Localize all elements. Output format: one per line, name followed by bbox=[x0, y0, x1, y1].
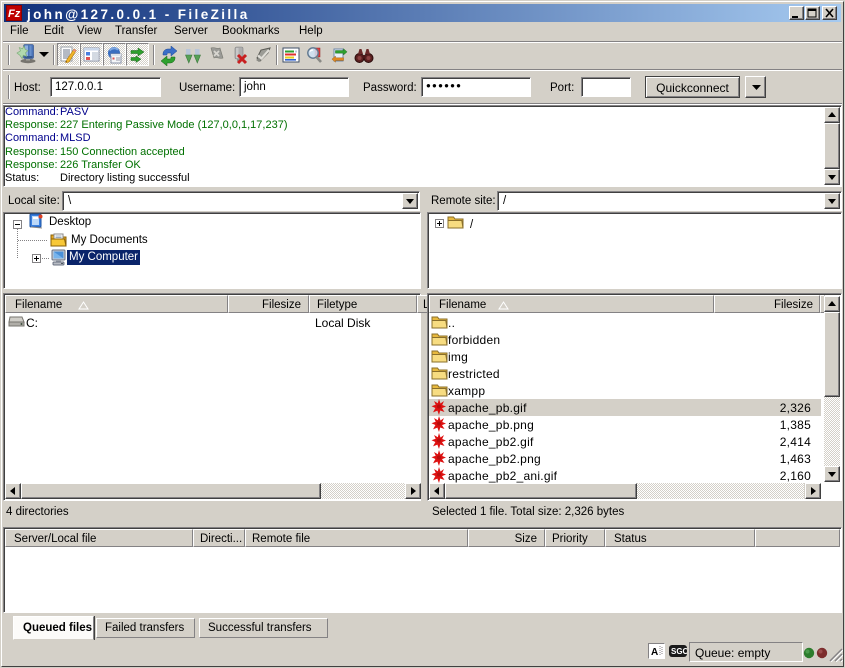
svg-text:A: A bbox=[651, 647, 658, 658]
svg-text:Fz: Fz bbox=[8, 8, 21, 20]
svg-text:SGO: SGO bbox=[671, 647, 687, 656]
